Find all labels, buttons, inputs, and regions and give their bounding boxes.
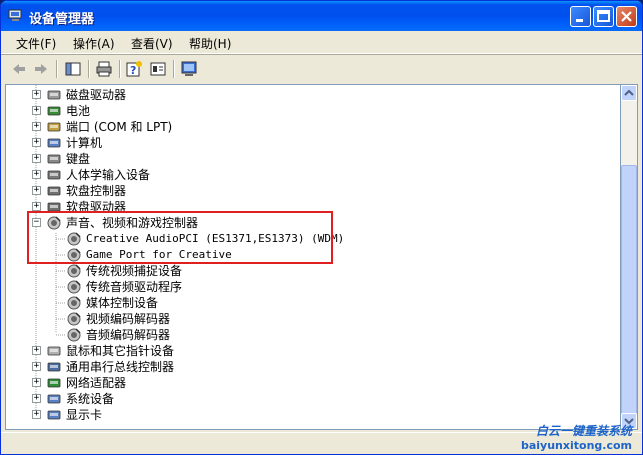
- watermark-url: baiyunxitong.com: [520, 439, 632, 452]
- plus-icon: +: [33, 393, 40, 403]
- menu-action[interactable]: 操作(A): [73, 35, 115, 52]
- menu-file[interactable]: 文件(F): [16, 35, 56, 52]
- plus-icon: +: [33, 409, 40, 419]
- plus-icon: +: [33, 185, 40, 195]
- scroll-up-button[interactable]: [621, 85, 637, 101]
- port-icon: [46, 119, 62, 135]
- floppy-controller-icon: [46, 183, 62, 199]
- speaker-icon: [66, 311, 82, 327]
- plus-icon: +: [33, 361, 40, 371]
- expand-toggle[interactable]: +: [32, 122, 41, 131]
- toolbar: ?: [1, 54, 642, 83]
- disk-drive-icon: [46, 87, 62, 103]
- minimize-icon: [576, 19, 583, 22]
- menu-bar: 文件(F) 操作(A) 查看(V) 帮助(H): [1, 31, 642, 54]
- watermark: 白云一键重装系统 baiyunxitong.com: [521, 422, 632, 452]
- tree-item-label: 媒体控制设备: [86, 296, 159, 310]
- close-button[interactable]: [616, 6, 637, 27]
- tree-item-label: 传统音频驱动程序: [86, 280, 183, 294]
- expand-toggle[interactable]: +: [32, 138, 41, 147]
- minimize-button[interactable]: [570, 6, 591, 27]
- plus-icon: +: [33, 153, 40, 163]
- tree-item-label: 传统视频捕捉设备: [86, 264, 183, 278]
- speaker-icon: [66, 327, 82, 343]
- menu-view[interactable]: 查看(V): [131, 35, 173, 52]
- tree-item-label: 通用串行总线控制器: [66, 360, 175, 374]
- tree-item-label: 电池: [66, 104, 91, 118]
- highlight-annotation: [27, 211, 333, 264]
- close-icon: [621, 11, 632, 22]
- menu-help[interactable]: 帮助(H): [189, 35, 231, 52]
- speaker-icon: [66, 279, 82, 295]
- mouse-icon: [46, 343, 62, 359]
- tree-item-label: 计算机: [66, 136, 103, 150]
- usb-icon: [46, 359, 62, 375]
- arrow-up-icon: [624, 89, 634, 96]
- scan-hardware-icon[interactable]: [180, 60, 198, 78]
- maximize-icon: [597, 10, 610, 22]
- scroll-thumb[interactable]: [621, 165, 637, 415]
- show-hide-tree-icon[interactable]: [64, 60, 82, 78]
- toolbar-separator: [173, 60, 175, 78]
- properties-icon[interactable]: [149, 60, 167, 78]
- expand-toggle[interactable]: +: [32, 186, 41, 195]
- tree-item-label: 软盘控制器: [66, 184, 127, 198]
- window-title: 设备管理器: [29, 12, 95, 27]
- back-icon[interactable]: [10, 60, 28, 78]
- toolbar-separator: [56, 60, 58, 78]
- maximize-button[interactable]: [593, 6, 614, 27]
- status-bar: 白云一键重装系统 baiyunxitong.com: [1, 424, 642, 454]
- tree-item-label: 视频编码解码器: [86, 312, 171, 326]
- plus-icon: +: [33, 89, 40, 99]
- hid-icon: [46, 167, 62, 183]
- network-adapter-icon: [46, 375, 62, 391]
- tree-item-label: 人体学输入设备: [66, 168, 151, 182]
- expand-toggle[interactable]: +: [32, 362, 41, 371]
- plus-icon: +: [33, 377, 40, 387]
- device-manager-window: 设备管理器 文件(F) 操作(A) 查看(V) 帮助(H) ? + 磁盘驱动器 …: [0, 0, 643, 455]
- expand-toggle[interactable]: +: [32, 202, 41, 211]
- plus-icon: +: [33, 169, 40, 179]
- vertical-scrollbar[interactable]: [621, 84, 638, 430]
- tree-item-label: 网络适配器: [66, 376, 127, 390]
- toolbar-separator: [119, 60, 121, 78]
- print-icon[interactable]: [95, 60, 113, 78]
- title-bar[interactable]: 设备管理器: [1, 1, 642, 31]
- expand-toggle[interactable]: +: [32, 394, 41, 403]
- expand-toggle[interactable]: +: [32, 378, 41, 387]
- tree-item-label: 显示卡: [66, 408, 103, 422]
- keyboard-icon: [46, 151, 62, 167]
- plus-icon: +: [33, 105, 40, 115]
- plus-icon: +: [33, 121, 40, 131]
- properties-help-icon[interactable]: ?: [125, 60, 143, 78]
- display-adapter-icon: [46, 407, 62, 423]
- speaker-icon: [66, 263, 82, 279]
- toolbar-separator: [88, 60, 90, 78]
- watermark-title: 白云一键重装系统: [535, 424, 632, 438]
- forward-icon[interactable]: [32, 60, 50, 78]
- battery-icon: [46, 103, 62, 119]
- plus-icon: +: [33, 201, 40, 211]
- tree-item-label: 磁盘驱动器: [66, 88, 127, 102]
- tree-item-label: 鼠标和其它指针设备: [66, 344, 175, 358]
- expand-toggle[interactable]: +: [32, 410, 41, 419]
- expand-toggle[interactable]: +: [32, 346, 41, 355]
- system-device-icon: [46, 391, 62, 407]
- expand-toggle[interactable]: +: [32, 106, 41, 115]
- tree-item-label: 端口 (COM 和 LPT): [66, 120, 173, 134]
- tree-item-label: 系统设备: [66, 392, 115, 406]
- plus-icon: +: [33, 137, 40, 147]
- expand-toggle[interactable]: +: [32, 154, 41, 163]
- plus-icon: +: [33, 345, 40, 355]
- device-manager-icon: [8, 9, 22, 21]
- speaker-icon: [66, 295, 82, 311]
- expand-toggle[interactable]: +: [32, 90, 41, 99]
- expand-toggle[interactable]: +: [32, 170, 41, 179]
- tree-item-label: 键盘: [66, 152, 91, 166]
- tree-item-label: 音频编码解码器: [86, 328, 171, 342]
- computer-icon: [46, 135, 62, 151]
- svg-text:?: ?: [130, 64, 136, 77]
